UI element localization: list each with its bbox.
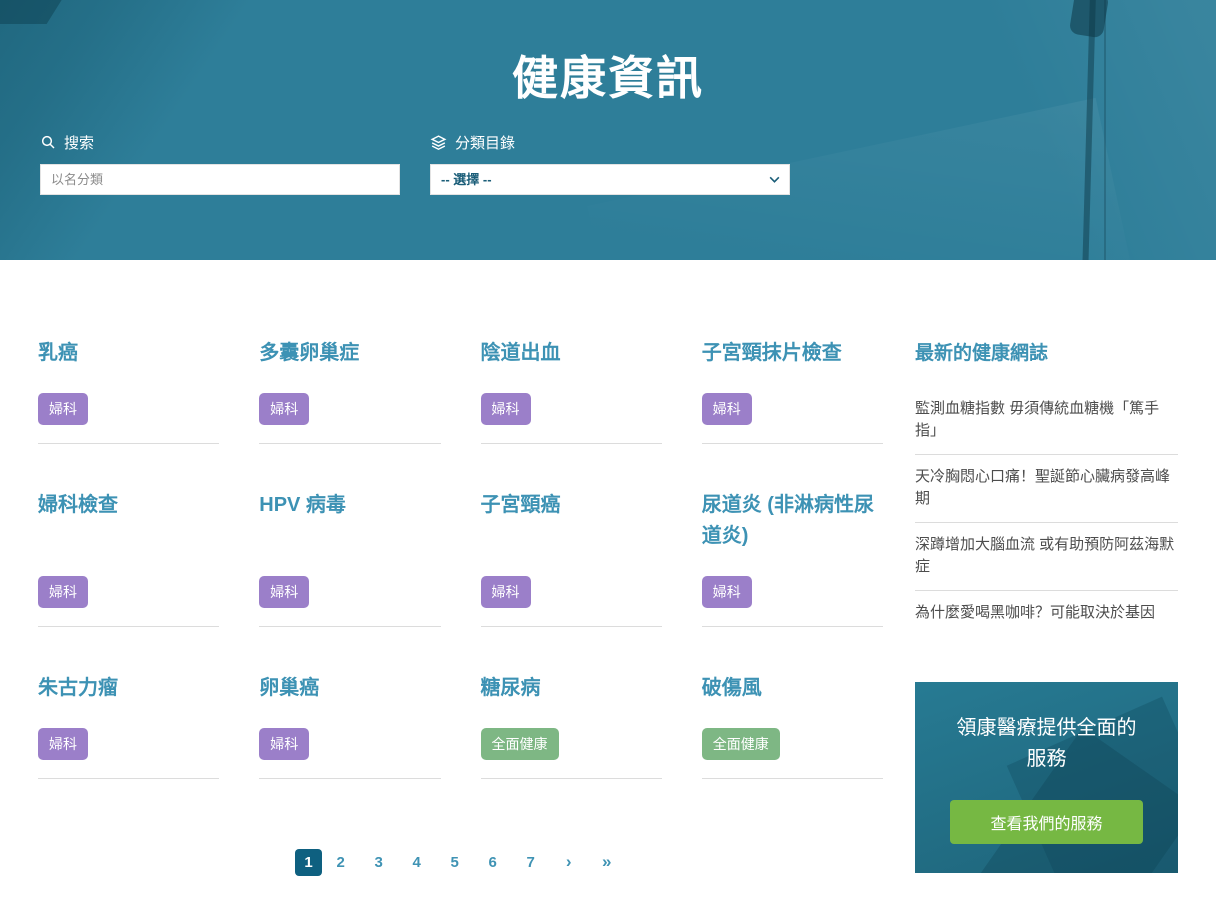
- card-divider: [259, 626, 440, 627]
- article-title-link[interactable]: 糖尿病: [481, 673, 662, 704]
- hero-photo-shape: [1069, 0, 1109, 38]
- blog-post-link[interactable]: 天冷胸悶心口痛！聖誕節心臟病發高峰期: [915, 454, 1178, 522]
- pagination-page-4[interactable]: 4: [398, 847, 436, 877]
- pagination-last-button[interactable]: »: [588, 847, 626, 877]
- category-label: 分類目錄: [455, 132, 515, 153]
- pagination-page-1-active[interactable]: 1: [295, 847, 321, 877]
- pagination-active-label[interactable]: 1: [295, 849, 321, 876]
- category-badge[interactable]: 婦科: [259, 576, 309, 608]
- hero-photo-shape: [856, 0, 1216, 260]
- promo-title: 領康醫療提供全面的服務: [915, 713, 1178, 775]
- hero-photo-shape: [0, 0, 277, 260]
- blog-post-link[interactable]: 深蹲增加大腦血流 或有助預防阿茲海默症: [915, 522, 1178, 590]
- article-title-link[interactable]: 朱古力瘤: [38, 673, 219, 704]
- blog-post-list: 監測血糖指數 毋須傳統血糖機「篤手指」 天冷胸悶心口痛！聖誕節心臟病發高峰期 深…: [915, 387, 1178, 636]
- search-label: 搜索: [64, 132, 94, 153]
- category-badge[interactable]: 全面健康: [702, 728, 780, 760]
- article-card: 子宮頸癌 婦科: [481, 490, 662, 627]
- card-divider: [38, 443, 219, 444]
- article-card: 婦科檢查 婦科: [38, 490, 219, 627]
- blog-post-link[interactable]: 監測血糖指數 毋須傳統血糖機「篤手指」: [915, 387, 1178, 454]
- search-input[interactable]: [40, 164, 400, 195]
- blog-post-link[interactable]: 為什麼愛喝黑咖啡？可能取決於基因: [915, 590, 1178, 636]
- layers-icon: [430, 134, 447, 151]
- filter-controls: 搜索 分類目錄 -- 選擇 --: [40, 131, 790, 195]
- card-divider: [702, 778, 883, 779]
- blog-section-heading: 最新的健康網誌: [915, 338, 1178, 365]
- article-card: 尿道炎 (非淋病性尿道炎) 婦科: [702, 490, 883, 627]
- pagination-page-2[interactable]: 2: [322, 847, 360, 877]
- article-title-link[interactable]: 乳癌: [38, 338, 219, 369]
- article-title-link[interactable]: 尿道炎 (非淋病性尿道炎): [702, 490, 883, 552]
- category-badge[interactable]: 全面健康: [481, 728, 559, 760]
- article-card: 朱古力瘤 婦科: [38, 673, 219, 779]
- card-divider: [702, 443, 883, 444]
- article-title-link[interactable]: 婦科檢查: [38, 490, 219, 552]
- hero-banner: 健康資訊 搜索 分類目錄: [0, 0, 1216, 260]
- view-services-button[interactable]: 查看我們的服務: [950, 800, 1143, 844]
- hero-photo-shape: [1104, 0, 1106, 260]
- article-title-link[interactable]: 陰道出血: [481, 338, 662, 369]
- article-card: 卵巢癌 婦科: [259, 673, 440, 779]
- category-badge[interactable]: 婦科: [481, 576, 531, 608]
- card-divider: [481, 778, 662, 779]
- article-card: 糖尿病 全面健康: [481, 673, 662, 779]
- category-badge[interactable]: 婦科: [481, 393, 531, 425]
- article-card: 破傷風 全面健康: [702, 673, 883, 779]
- services-promo-card: 領康醫療提供全面的服務 查看我們的服務: [915, 682, 1178, 873]
- articles-grid: 乳癌 婦科 多囊卵巢症 婦科 陰道出血 婦科 子宮頸抹片檢查 婦科 婦科檢查: [38, 338, 883, 779]
- page-title: 健康資訊: [0, 42, 1216, 108]
- search-label-row: 搜索: [40, 131, 400, 153]
- hero-photo-shape: [0, 0, 65, 24]
- articles-section: 乳癌 婦科 多囊卵巢症 婦科 陰道出血 婦科 子宮頸抹片檢查 婦科 婦科檢查: [38, 338, 883, 877]
- pagination-page-3[interactable]: 3: [360, 847, 398, 877]
- category-badge[interactable]: 婦科: [38, 393, 88, 425]
- pagination-page-5[interactable]: 5: [436, 847, 474, 877]
- category-badge[interactable]: 婦科: [38, 576, 88, 608]
- article-card: 陰道出血 婦科: [481, 338, 662, 444]
- category-badge[interactable]: 婦科: [259, 393, 309, 425]
- category-badge[interactable]: 婦科: [702, 576, 752, 608]
- category-badge[interactable]: 婦科: [702, 393, 752, 425]
- page-body: 乳癌 婦科 多囊卵巢症 婦科 陰道出血 婦科 子宮頸抹片檢查 婦科 婦科檢查: [0, 338, 1216, 877]
- category-label-row: 分類目錄: [430, 131, 790, 153]
- pagination-page-7[interactable]: 7: [512, 847, 550, 877]
- article-card: HPV 病毒 婦科: [259, 490, 440, 627]
- article-title-link[interactable]: 卵巢癌: [259, 673, 440, 704]
- article-card: 乳癌 婦科: [38, 338, 219, 444]
- card-divider: [481, 443, 662, 444]
- category-group: 分類目錄 -- 選擇 --: [430, 131, 790, 195]
- card-divider: [702, 626, 883, 627]
- hero-photo-shape: [1082, 0, 1096, 260]
- pagination: 1 2 3 4 5 6 7 › »: [38, 847, 883, 877]
- category-select[interactable]: -- 選擇 --: [430, 164, 790, 195]
- article-title-link[interactable]: 破傷風: [702, 673, 883, 704]
- article-title-link[interactable]: 子宮頸癌: [481, 490, 662, 552]
- search-group: 搜索: [40, 131, 400, 195]
- article-card: 多囊卵巢症 婦科: [259, 338, 440, 444]
- card-divider: [38, 778, 219, 779]
- card-divider: [38, 626, 219, 627]
- article-title-link[interactable]: HPV 病毒: [259, 490, 440, 552]
- card-divider: [259, 443, 440, 444]
- sidebar: 最新的健康網誌 監測血糖指數 毋須傳統血糖機「篤手指」 天冷胸悶心口痛！聖誕節心…: [915, 338, 1178, 877]
- category-badge[interactable]: 婦科: [38, 728, 88, 760]
- category-badge[interactable]: 婦科: [259, 728, 309, 760]
- article-title-link[interactable]: 子宮頸抹片檢查: [702, 338, 883, 369]
- search-icon: [40, 134, 56, 150]
- card-divider: [481, 626, 662, 627]
- pagination-next-button[interactable]: ›: [550, 847, 588, 877]
- article-card: 子宮頸抹片檢查 婦科: [702, 338, 883, 444]
- card-divider: [259, 778, 440, 779]
- pagination-page-6[interactable]: 6: [474, 847, 512, 877]
- article-title-link[interactable]: 多囊卵巢症: [259, 338, 440, 369]
